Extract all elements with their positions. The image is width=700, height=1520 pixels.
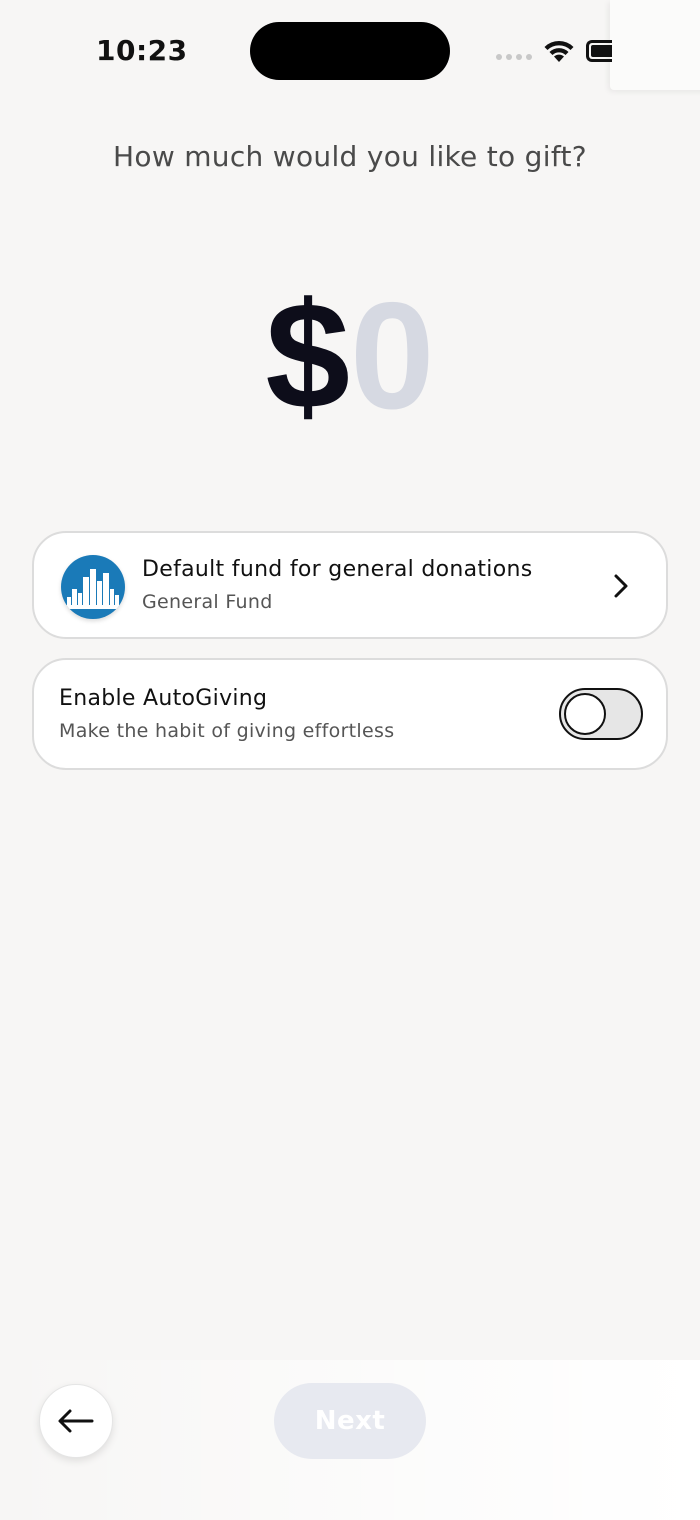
amount-value: 0 <box>350 271 435 441</box>
autogiving-subtitle: Make the habit of giving effortless <box>59 720 395 742</box>
next-button[interactable]: Next <box>274 1383 426 1459</box>
dynamic-island <box>250 22 450 80</box>
autogiving-toggle[interactable] <box>559 688 643 740</box>
fund-description: Default fund for general donations <box>142 557 533 582</box>
fund-selector[interactable]: Default fund for general donations Gener… <box>32 531 668 639</box>
currency-symbol: $ <box>265 271 350 441</box>
cellular-signal-icon <box>496 54 532 60</box>
battery-icon <box>586 40 612 62</box>
amount-display[interactable]: $ 0 <box>0 280 700 432</box>
fund-name: General Fund <box>142 591 273 613</box>
autogiving-row: Enable AutoGiving Make the habit of givi… <box>32 658 668 770</box>
toggle-knob <box>564 693 606 735</box>
amount-question: How much would you like to gift? <box>113 140 587 173</box>
city-skyline-icon <box>61 555 125 619</box>
status-bar: 10:23 <box>0 0 700 100</box>
status-time: 10:23 <box>96 34 188 67</box>
wifi-icon <box>544 40 574 62</box>
chevron-right-icon <box>614 574 628 598</box>
autogiving-title: Enable AutoGiving <box>59 686 268 711</box>
arrow-left-icon <box>58 1409 94 1433</box>
back-button[interactable] <box>39 1384 113 1458</box>
